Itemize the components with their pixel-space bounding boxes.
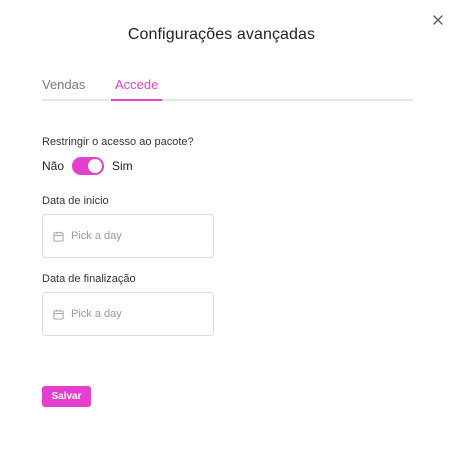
restrict-access-toggle-row: Não Sim — [42, 157, 133, 175]
calendar-icon — [53, 309, 64, 320]
start-date-label: Data de inicio — [42, 195, 109, 207]
save-button[interactable]: Salvar — [42, 386, 91, 407]
toggle-on-label: Sim — [112, 159, 133, 173]
calendar-icon — [53, 231, 64, 242]
tab-bar-divider — [42, 99, 413, 101]
tab-vendas[interactable]: Vendas — [42, 77, 85, 101]
start-date-picker[interactable]: Pick a day — [42, 214, 214, 258]
tab-bar: Vendas Accede — [42, 77, 413, 101]
end-date-placeholder: Pick a day — [71, 308, 122, 320]
end-date-label: Data de finalização — [42, 273, 136, 285]
advanced-settings-dialog: Configurações avançadas Vendas Accede Re… — [0, 0, 457, 450]
active-tab-indicator — [111, 99, 162, 101]
tab-accede[interactable]: Accede — [115, 77, 158, 101]
toggle-off-label: Não — [42, 159, 65, 173]
end-date-picker[interactable]: Pick a day — [42, 292, 214, 336]
dialog-title: Configurações avançadas — [127, 26, 316, 43]
restrict-access-label: Restringir o acesso ao pacote? — [42, 136, 194, 148]
toggle-knob — [88, 159, 103, 173]
restrict-access-toggle[interactable] — [72, 157, 105, 175]
start-date-placeholder: Pick a day — [71, 230, 122, 242]
